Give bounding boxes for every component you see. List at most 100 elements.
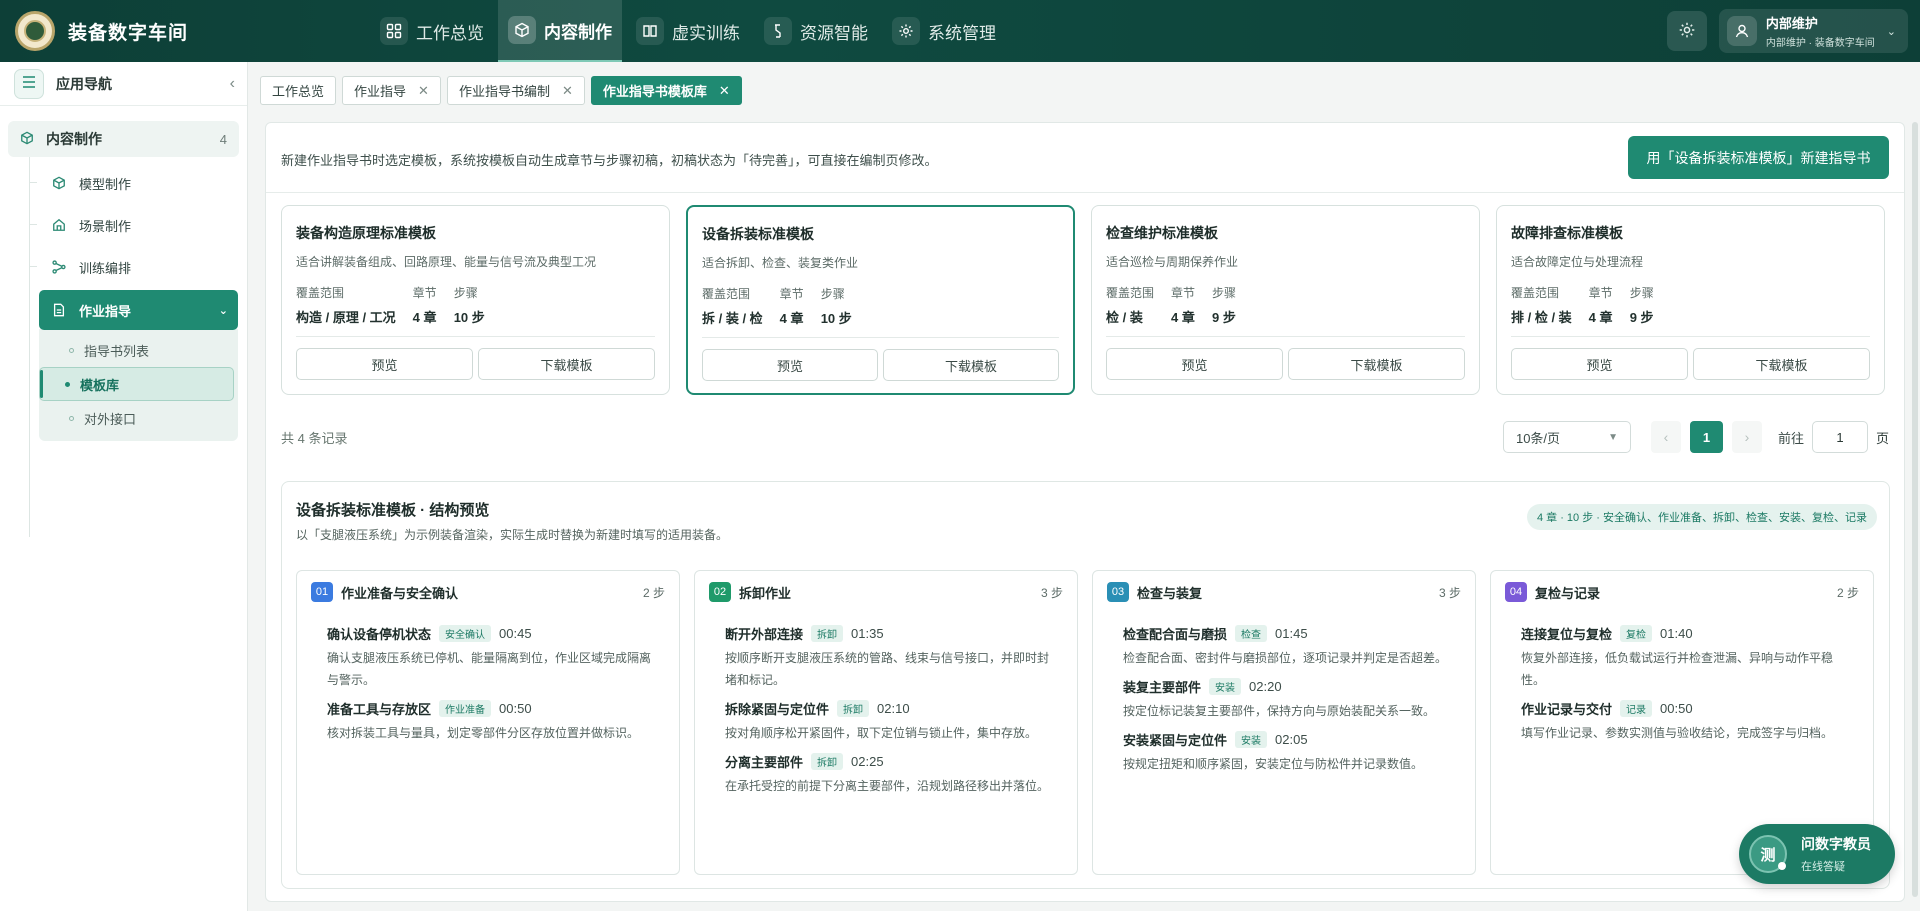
stat-chapters: 4 章 xyxy=(412,310,437,325)
sidebar-item-scene[interactable]: 场景制作 xyxy=(29,204,247,246)
step-time: 00:50 xyxy=(499,700,532,716)
step-item: 作业记录与交付 记录 00:50 填写作业记录、参数实测值与验收结论，完成签字与归档… xyxy=(1521,699,1853,744)
step-tag: 检查 xyxy=(1235,624,1268,642)
preview-button[interactable]: 预览 xyxy=(1106,348,1283,380)
nav-item-content[interactable]: 内容制作 xyxy=(498,0,623,62)
assistant-name: 问数字教员 xyxy=(1801,836,1871,852)
sidebar-subitem-external-api[interactable]: 对外接口 xyxy=(39,401,238,435)
step-tag: 安装 xyxy=(1209,677,1242,695)
template-card[interactable]: 装备构造原理标准模板 适合讲解装备组成、回路原理、能量与信号流及典型工况 覆盖范… xyxy=(281,205,670,395)
step-name: 拆除紧固与定位件 xyxy=(725,701,830,717)
assistant-button[interactable]: 测 问数字教员 在线答疑 xyxy=(1739,824,1895,884)
stat-label: 覆盖范围 xyxy=(1511,286,1560,300)
sidebar-item-work-guide[interactable]: 作业指导 ⌄ xyxy=(39,290,238,330)
tab-work-guide[interactable]: 作业指导 ✕ xyxy=(342,76,441,105)
step-name: 作业记录与交付 xyxy=(1521,701,1613,717)
next-page-button[interactable]: › xyxy=(1731,421,1762,453)
sidebar-subitem-label: 模板库 xyxy=(80,377,120,393)
step-name: 确认设备停机状态 xyxy=(327,626,432,642)
sidebar-subitem-guide-list[interactable]: 指导书列表 xyxy=(39,333,238,367)
step-desc: 核对拆装工具与量具，划定零部件分区存放位置并做标识。 xyxy=(327,726,640,740)
step-item: 确认设备停机状态 安全确认 00:45 确认支腿液压系统已停机、能量隔离到位，作业区… xyxy=(327,624,659,691)
grid-icon xyxy=(380,17,409,45)
close-icon[interactable]: ✕ xyxy=(719,83,730,99)
download-template-button[interactable]: 下载模板 xyxy=(478,348,655,380)
nav-label: 内容制作 xyxy=(544,22,613,42)
main-panel: 新建作业指导书时选定模板，系统按模板自动生成章节与步骤初稿，初稿状态为「待完善」… xyxy=(265,122,1905,902)
cube-icon xyxy=(51,176,67,190)
prev-page-button[interactable]: ‹ xyxy=(1650,421,1681,453)
user-menu[interactable]: 内部维护 内部维护 · 装备数字车间 ⌄ xyxy=(1718,9,1908,53)
chevron-down-icon: ⌄ xyxy=(218,304,228,317)
tab-overview[interactable]: 工作总览 xyxy=(260,76,337,105)
step-time: 01:40 xyxy=(1660,625,1693,641)
sidebar-item-label: 训练编排 xyxy=(79,260,132,276)
settings-button[interactable] xyxy=(1666,11,1707,51)
stat-label: 步骤 xyxy=(1629,286,1654,300)
close-icon[interactable]: ✕ xyxy=(562,83,573,99)
download-template-button[interactable]: 下载模板 xyxy=(1288,348,1465,380)
sidebar-group-content[interactable]: 内容制作 4 xyxy=(8,121,239,157)
chevron-down-icon: ⌄ xyxy=(1886,25,1896,38)
nav-label: 系统管理 xyxy=(928,23,997,43)
step-name: 检查配合面与磨损 xyxy=(1123,626,1228,642)
structure-preview: 设备拆装标准模板 · 结构预览 以「支腿液压系统」为示例装备渲染，实际生成时替换… xyxy=(281,481,1890,889)
sidebar-item-label: 场景制作 xyxy=(79,218,132,234)
step-time: 02:20 xyxy=(1249,678,1282,694)
chapter-column: 01 作业准备与安全确认 2 步 确认设备停机状态 安全确认 00:45 确认支腿液… xyxy=(296,570,680,875)
stat-steps: 9 步 xyxy=(1629,310,1654,325)
download-template-button[interactable]: 下载模板 xyxy=(1693,348,1870,380)
template-card[interactable]: 故障排查标准模板 适合故障定位与处理流程 覆盖范围排 / 检 / 装 章节 4 章… xyxy=(1496,205,1885,395)
gear-icon xyxy=(892,17,921,45)
close-icon[interactable]: ✕ xyxy=(418,83,429,99)
menu-toggle-button[interactable] xyxy=(14,68,44,99)
preview-button[interactable]: 预览 xyxy=(1511,348,1688,380)
tab-template-library[interactable]: 作业指导书模板库 ✕ xyxy=(590,76,742,105)
app-title: 装备数字车间 xyxy=(68,22,189,44)
nav-label: 资源智能 xyxy=(800,23,869,43)
step-item: 分离主要部件 拆卸 02:25 在承托受控的前提下分离主要部件，沿规划路径移出并落位… xyxy=(725,752,1057,797)
sidebar-item-label: 模型制作 xyxy=(79,176,132,192)
tab-guide-editor[interactable]: 作业指导书编制 ✕ xyxy=(446,76,585,105)
download-template-button[interactable]: 下载模板 xyxy=(883,349,1059,381)
chapter-step-count: 2 步 xyxy=(642,585,665,600)
tab-label: 作业指导 xyxy=(354,84,407,99)
stat-label: 章节 xyxy=(1588,286,1613,300)
step-time: 02:25 xyxy=(851,753,884,769)
step-name: 准备工具与存放区 xyxy=(327,701,432,717)
template-card[interactable]: 检查维护标准模板 适合巡检与周期保养作业 覆盖范围检 / 装 章节 4 章 步骤 9… xyxy=(1091,205,1480,395)
pagination: 10条/页 ▼ ‹ 1 › 前往 1 页 xyxy=(1502,421,1889,453)
template-card-selected[interactable]: 设备拆装标准模板 适合拆卸、检查、装复类作业 覆盖范围拆 / 装 / 检 章节 4… xyxy=(686,205,1075,395)
page-size-select[interactable]: 10条/页 ▼ xyxy=(1502,421,1631,453)
chapter-number: 03 xyxy=(1107,582,1129,602)
new-guide-button[interactable]: 用「设备拆装标准模板」新建指导书 xyxy=(1628,136,1889,179)
nav-item-system[interactable]: 系统管理 xyxy=(882,0,1006,62)
stat-scope: 构造 / 原理 / 工况 xyxy=(296,310,396,325)
step-name: 安装紧固与定位件 xyxy=(1123,732,1228,748)
page-number-current[interactable]: 1 xyxy=(1689,421,1723,453)
sidebar-subitem-template-library[interactable]: 模板库 xyxy=(39,367,234,401)
step-time: 00:50 xyxy=(1660,700,1693,716)
chapter-title: 检查与装复 xyxy=(1137,585,1203,601)
record-count: 共 4 条记录 xyxy=(281,431,348,446)
step-desc: 检查配合面、密封件与磨损部位，逐项记录并判定是否超差。 xyxy=(1123,651,1448,665)
home-icon xyxy=(51,218,67,232)
nav-item-resources[interactable]: 资源智能 xyxy=(754,0,878,62)
page-scrollbar[interactable] xyxy=(1912,122,1918,897)
preview-button[interactable]: 预览 xyxy=(296,348,473,380)
sidebar-item-training-flow[interactable]: 训练编排 xyxy=(29,246,247,288)
doc-icon xyxy=(51,303,67,317)
sidebar-item-model[interactable]: 模型制作 xyxy=(29,162,247,204)
preview-button[interactable]: 预览 xyxy=(702,349,878,381)
stat-scope: 排 / 检 / 装 xyxy=(1511,310,1572,325)
template-title: 设备拆装标准模板 xyxy=(702,226,814,242)
step-tag: 安全确认 xyxy=(439,624,492,642)
goto-page-input[interactable]: 1 xyxy=(1811,421,1868,453)
nav-item-overview[interactable]: 工作总览 xyxy=(370,0,494,62)
main-nav: 工作总览 内容制作 虚实训练 资源智能 系统管理 xyxy=(370,0,1010,62)
nav-item-training[interactable]: 虚实训练 xyxy=(626,0,750,62)
sidebar-subitem-label: 对外接口 xyxy=(84,411,137,427)
collapse-sidebar-button[interactable]: ‹ xyxy=(230,75,235,93)
stat-label: 覆盖范围 xyxy=(702,287,751,301)
stat-chapters: 4 章 xyxy=(779,311,804,326)
